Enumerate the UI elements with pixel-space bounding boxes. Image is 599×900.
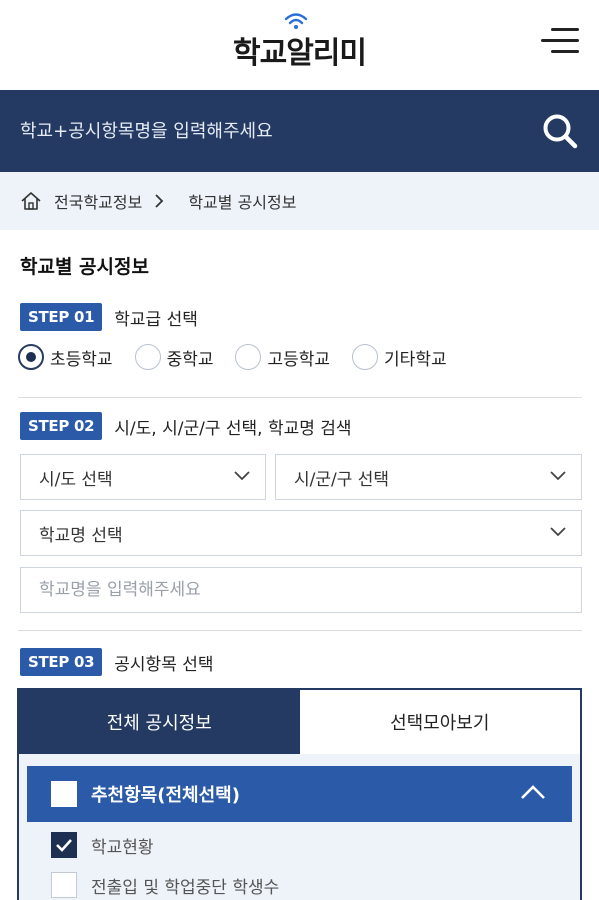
group-label: 추천항목(전체선택): [91, 785, 240, 806]
radio-checked-icon: [18, 344, 44, 370]
divider: [18, 630, 582, 631]
chevron-right-icon: [154, 194, 176, 208]
tab-selected-view[interactable]: 선택모아보기: [299, 690, 580, 754]
breadcrumb-item-national[interactable]: 전국학교정보: [54, 189, 142, 213]
tab-bar: 전체 공시정보 선택모아보기: [19, 690, 580, 754]
radio-unchecked-icon: [352, 344, 379, 370]
chevron-down-icon: [550, 527, 566, 537]
menu-button[interactable]: [541, 26, 579, 56]
breadcrumb: 전국학교정보 학교별 공시정보: [0, 172, 599, 230]
disclosure-items-panel: 전체 공시정보 선택모아보기 추천항목(전체선택) 학교현황 전출입 및 학업중…: [17, 688, 582, 900]
site-logo[interactable]: 학교알리미: [0, 28, 599, 72]
school-name-select[interactable]: 학교명 선택: [20, 510, 582, 556]
hamburger-icon: [551, 28, 579, 31]
search-icon[interactable]: [541, 112, 579, 150]
home-icon[interactable]: [20, 191, 42, 211]
tab-all-disclosures[interactable]: 전체 공시정보: [19, 690, 300, 754]
step3-label: 공시항목 선택: [114, 654, 214, 675]
step1-header: STEP 01 학교급 선택: [20, 303, 198, 331]
step2-label: 시/도, 시/군/구 선택, 학교명 검색: [114, 418, 352, 439]
school-name-input[interactable]: [20, 567, 582, 613]
sigungu-select[interactable]: 시/군/구 선택: [275, 454, 582, 500]
search-bar: [0, 90, 599, 172]
step1-badge: STEP 01: [20, 303, 103, 331]
app-header: 학교알리미: [0, 0, 599, 90]
checkbox-unchecked[interactable]: [51, 872, 77, 898]
step2-badge: STEP 02: [20, 412, 103, 440]
list-item-school-status[interactable]: 학교현황: [51, 832, 154, 858]
search-input[interactable]: [20, 108, 510, 154]
step3-badge: STEP 03: [20, 648, 103, 676]
checkbox-checked[interactable]: [51, 832, 77, 858]
item-list: 추천항목(전체선택) 학교현황 전출입 및 학업중단 학생수: [19, 754, 580, 900]
step3-header: STEP 03 공시항목 선택: [20, 648, 214, 676]
radio-unchecked-icon: [134, 344, 161, 370]
check-icon: [56, 839, 72, 852]
list-item-transfer-dropout[interactable]: 전출입 및 학업중단 학생수: [51, 872, 279, 898]
step2-header: STEP 02 시/도, 시/군/구 선택, 학교명 검색: [20, 412, 352, 440]
recommended-group-header[interactable]: 추천항목(전체선택): [27, 766, 572, 822]
school-level-radio-group: 초등학교 중학교 고등학교 기타학교: [18, 344, 469, 370]
chevron-down-icon: [550, 471, 566, 481]
sido-select[interactable]: 시/도 선택: [20, 454, 266, 500]
radio-other[interactable]: 기타학교: [352, 344, 447, 370]
chevron-down-icon: [234, 471, 250, 481]
divider: [18, 397, 582, 398]
chevron-up-icon[interactable]: [520, 784, 546, 800]
radio-middle[interactable]: 중학교: [134, 344, 213, 370]
radio-elementary[interactable]: 초등학교: [18, 344, 113, 370]
breadcrumb-item-school[interactable]: 학교별 공시정보: [188, 189, 296, 213]
step1-label: 학교급 선택: [114, 309, 198, 330]
page-title: 학교별 공시정보: [20, 256, 149, 278]
radio-high[interactable]: 고등학교: [235, 344, 330, 370]
radio-unchecked-icon: [235, 344, 262, 370]
select-all-checkbox[interactable]: [51, 781, 77, 807]
